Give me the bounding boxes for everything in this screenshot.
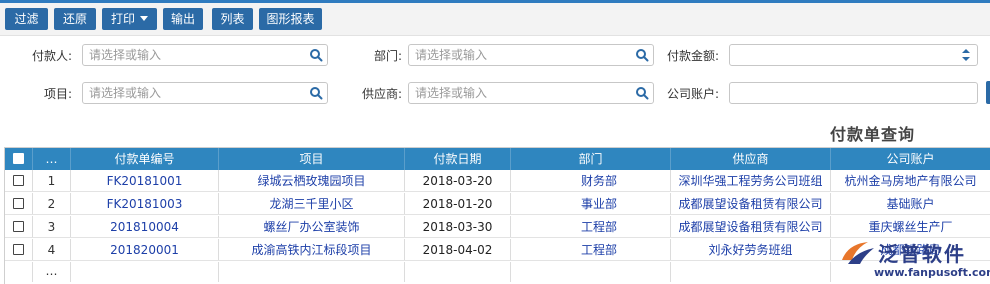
dept-link[interactable]: 工程部 [511,239,671,260]
payer-input[interactable] [89,47,303,63]
spinner-arrows-icon[interactable] [961,48,971,62]
header-dept[interactable]: 部门 [511,148,671,170]
payment-date: 2018-01-20 [405,193,511,214]
table-row[interactable]: 2 FK20181003 龙湖三千里小区 2018-01-20 事业部 成都展望… [5,193,990,215]
footer-cell [5,262,33,282]
supplier-link[interactable]: 刘永好劳务班组 [671,239,831,260]
search-icon[interactable] [635,48,649,62]
payment-date: 2018-03-30 [405,216,511,237]
header-code[interactable]: 付款单编号 [71,148,219,170]
account-input[interactable] [736,85,953,101]
header-project[interactable]: 项目 [219,148,405,170]
footer-cell [511,262,671,282]
row-number: 2 [33,193,71,214]
list-button[interactable]: 列表 [212,8,253,30]
supplier-link[interactable]: 成都展望设备租赁有限公司 [671,216,831,237]
payment-date: 2018-03-20 [405,170,511,191]
checkbox-icon [13,175,24,186]
print-label: 打印 [110,12,135,26]
project-link[interactable]: 螺丝厂办公室装饰 [219,216,405,237]
watermark-brand: 泛普软件 [878,242,966,266]
header-supplier[interactable]: 供应商 [671,148,831,170]
reset-button[interactable]: 还原 [54,8,96,30]
table-row[interactable]: 1 FK20181001 绿城云栖玫瑰园项目 2018-03-20 财务部 深圳… [5,170,990,192]
payment-date: 2018-04-02 [405,239,511,260]
amount-label: 付款金额: [666,49,719,63]
checkbox-icon [13,198,24,209]
payment-code-link[interactable]: 201810004 [71,216,219,237]
account-label: 公司账户: [666,87,719,101]
checkbox-icon [13,153,24,164]
row-number: 3 [33,216,71,237]
row-number: 1 [33,170,71,191]
row-checkbox[interactable] [5,170,33,191]
dept-link[interactable]: 财务部 [511,170,671,191]
footer-cell [219,262,405,282]
supplier-label: 供应商: [361,87,402,101]
print-dropdown-button[interactable]: 打印 [102,8,157,30]
search-icon[interactable] [309,48,323,62]
account-field[interactable] [729,82,978,104]
row-checkbox[interactable] [5,239,33,260]
amount-input[interactable] [736,47,953,63]
project-label: 项目: [43,87,72,101]
project-input[interactable] [89,85,303,101]
supplier-link[interactable]: 成都展望设备租赁有限公司 [671,193,831,214]
caret-down-icon [140,16,148,21]
watermark-url: www.fanpusoft.com [874,266,990,279]
supplier-input[interactable] [415,85,629,101]
footer-rownum: … [33,262,71,282]
search-icon[interactable] [635,86,649,100]
row-number: 4 [33,239,71,260]
row-checkbox[interactable] [5,193,33,214]
table-row[interactable]: 3 201810004 螺丝厂办公室装饰 2018-03-30 工程部 成都展望… [5,216,990,238]
grid-header: … 付款单编号 项目 付款日期 部门 供应商 公司账户 [5,148,990,170]
header-date[interactable]: 付款日期 [405,148,511,170]
account-link[interactable]: 重庆螺丝生产厂 [831,216,990,237]
select-all-checkbox[interactable] [5,148,33,170]
supplier-link[interactable]: 深圳华强工程劳务公司班组 [671,170,831,191]
watermark: 泛普软件 www.fanpusoft.com [838,236,990,284]
checkbox-icon [13,221,24,232]
project-link[interactable]: 绿城云栖玫瑰园项目 [219,170,405,191]
payment-code-link[interactable]: FK20181001 [71,170,219,191]
search-icon[interactable] [309,86,323,100]
footer-cell [671,262,831,282]
department-label: 部门: [373,49,402,63]
footer-cell [71,262,219,282]
department-input[interactable] [415,47,629,63]
footer-cell [405,262,511,282]
payment-code-link[interactable]: 201820001 [71,239,219,260]
amount-field[interactable] [729,44,978,66]
account-picker-button[interactable] [986,81,990,104]
checkbox-icon [13,244,24,255]
dept-link[interactable]: 事业部 [511,193,671,214]
filter-button[interactable]: 过滤 [5,8,48,30]
payer-field[interactable] [82,44,328,66]
export-button[interactable]: 输出 [163,8,203,30]
toolbar: 过滤 还原 打印 输出 列表 图形报表 [0,0,990,36]
page-title: 付款单查询 [830,125,916,144]
row-checkbox[interactable] [5,216,33,237]
dept-link[interactable]: 工程部 [511,216,671,237]
project-link[interactable]: 龙湖三千里小区 [219,193,405,214]
payment-code-link[interactable]: FK20181003 [71,193,219,214]
account-link[interactable]: 杭州金马房地产有限公司 [831,170,990,191]
payer-label: 付款人: [31,49,72,63]
header-rownum: … [33,148,71,170]
header-account[interactable]: 公司账户 [831,148,990,170]
chart-report-button[interactable]: 图形报表 [259,8,322,30]
toolbar-accent-line [0,0,990,3]
account-link[interactable]: 基础账户 [831,193,990,214]
project-field[interactable] [82,82,328,104]
supplier-field[interactable] [408,82,654,104]
department-field[interactable] [408,44,654,66]
project-link[interactable]: 成渝高铁内江标段项目 [219,239,405,260]
fanpu-logo-icon [842,242,874,264]
